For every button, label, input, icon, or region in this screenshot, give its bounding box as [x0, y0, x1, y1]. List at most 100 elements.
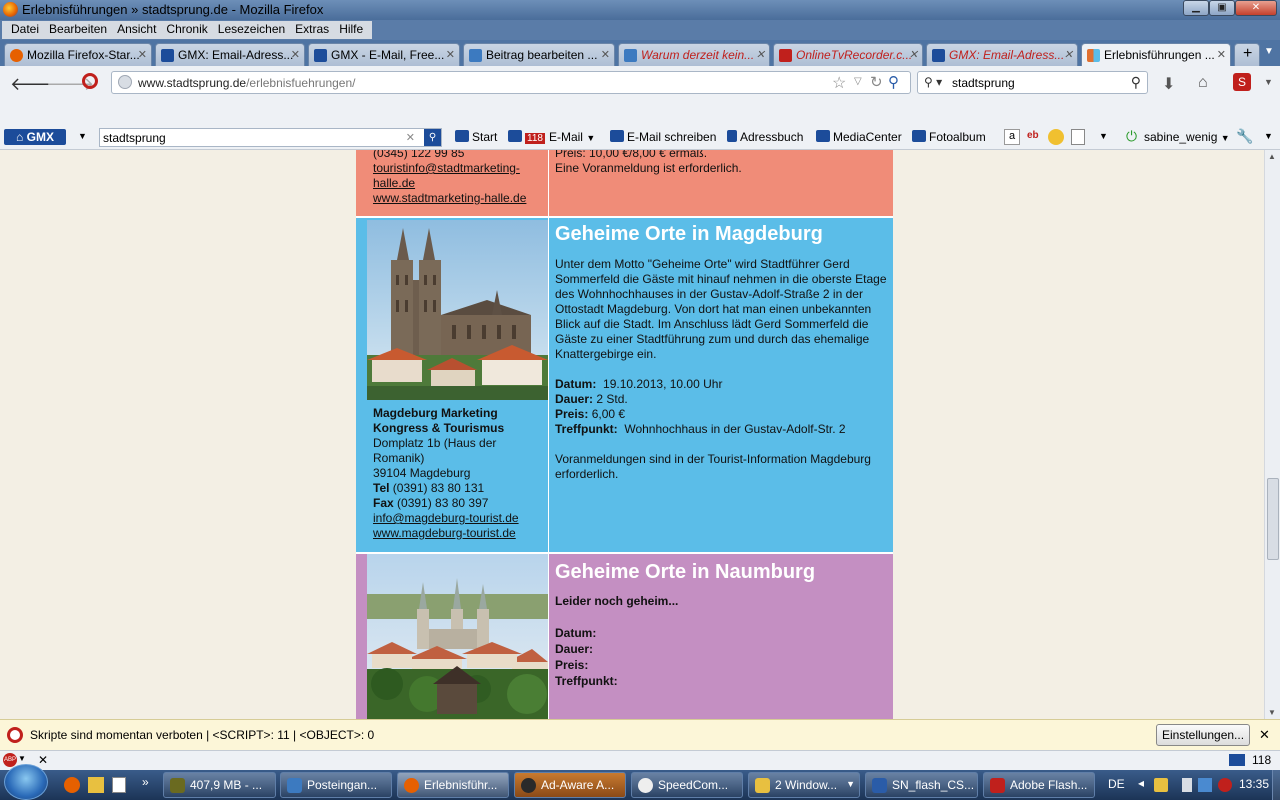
- menu-extras[interactable]: Extras: [290, 21, 334, 39]
- halle-email-line[interactable]: touristinfo@stadtmarketing-: [373, 161, 520, 175]
- network-icon[interactable]: [1198, 778, 1212, 792]
- menu-ansicht[interactable]: Ansicht: [112, 21, 161, 39]
- menu-chevron-icon[interactable]: ▼: [1264, 77, 1273, 87]
- tab-beitrag-bearbeiten[interactable]: Beitrag bearbeiten ... ✕: [463, 43, 615, 66]
- scroll-down-icon[interactable]: ▼: [1268, 708, 1276, 717]
- taskbar-item[interactable]: Erlebnisführ...: [397, 772, 509, 798]
- tab-list-chevron-icon[interactable]: ▼: [1264, 46, 1274, 57]
- tray-device-icon[interactable]: [1182, 778, 1192, 792]
- close-tab-icon[interactable]: ✕: [756, 48, 765, 61]
- start-button[interactable]: [4, 764, 48, 800]
- chevron-down-icon[interactable]: ▼: [586, 133, 595, 143]
- search-input[interactable]: stadtsprung: [952, 76, 1015, 90]
- minimize-button[interactable]: ▁: [1183, 0, 1209, 16]
- downloads-arrow-icon[interactable]: ⬇: [1162, 74, 1175, 94]
- taskbar-item[interactable]: Ad-Aware A...: [514, 772, 626, 798]
- close-tab-icon[interactable]: ✕: [601, 48, 610, 61]
- volume-icon[interactable]: [1218, 778, 1232, 792]
- adblock-plus-icon[interactable]: ABP: [3, 753, 17, 767]
- show-desktop-button[interactable]: [1272, 770, 1280, 800]
- tab-warum-derzeit[interactable]: Warum derzeit kein... ✕: [618, 43, 770, 66]
- site-identity-icon[interactable]: [118, 75, 132, 89]
- url-bar[interactable]: www.stadtsprung.de/erlebnisfuehrungen/ ☆…: [111, 71, 911, 94]
- magdeburg-email-text[interactable]: info@magdeburg-tourist.de: [373, 511, 519, 525]
- new-tab-button[interactable]: +: [1234, 43, 1260, 66]
- clear-icon[interactable]: ✕: [406, 131, 415, 144]
- search-go-icon[interactable]: ⚲: [1131, 74, 1141, 91]
- scrollbar-thumb[interactable]: [1267, 478, 1279, 560]
- quicklaunch-expand-icon[interactable]: »: [142, 775, 149, 789]
- close-tab-icon[interactable]: ✕: [1064, 48, 1073, 61]
- search-bar[interactable]: ⚲ ▾ stadtsprung ⚲: [917, 71, 1148, 94]
- clock[interactable]: 13:35: [1239, 777, 1269, 791]
- gmx-write-email-button[interactable]: E-Mail schreiben: [610, 130, 716, 144]
- gmx-start-button[interactable]: Start: [455, 130, 497, 144]
- menu-chronik[interactable]: Chronik: [161, 21, 212, 39]
- chevron-down-icon[interactable]: ▼: [1264, 131, 1273, 141]
- taskbar-item[interactable]: SpeedCom...: [631, 772, 743, 798]
- chevron-down-icon[interactable]: ▼: [1099, 131, 1108, 141]
- gmx-addressbook-button[interactable]: Adressbuch: [727, 130, 803, 144]
- menu-datei[interactable]: Datei: [6, 21, 44, 39]
- gmx-email-button[interactable]: 118 E-Mail ▼: [508, 130, 595, 144]
- taskbar-item[interactable]: 2 Window... ▼: [748, 772, 860, 798]
- menu-bearbeiten[interactable]: Bearbeiten: [44, 21, 112, 39]
- halle-web-link[interactable]: www.stadtmarketing-halle.de: [373, 191, 526, 206]
- close-tab-icon[interactable]: ✕: [446, 48, 455, 61]
- menu-hilfe[interactable]: Hilfe: [334, 21, 368, 39]
- menu-lesezeichen[interactable]: Lesezeichen: [213, 21, 290, 39]
- taskbar-item[interactable]: SN_flash_CS...: [865, 772, 978, 798]
- magdeburg-email-link[interactable]: info@magdeburg-tourist.de: [373, 511, 519, 526]
- close-tab-icon[interactable]: ✕: [138, 48, 147, 61]
- halle-web-text[interactable]: www.stadtmarketing-halle.de: [373, 191, 526, 205]
- gmx-mediacenter-button[interactable]: MediaCenter: [816, 130, 902, 144]
- news-icon[interactable]: [1071, 129, 1085, 145]
- gmx-search-button[interactable]: ⚲: [424, 129, 441, 146]
- taskbar-item[interactable]: 407,9 MB - ...: [163, 772, 276, 798]
- reload-icon[interactable]: ↻: [870, 73, 883, 91]
- tab-gmx-free[interactable]: GMX - E-Mail, Free... ✕: [308, 43, 460, 66]
- gmx-dropdown-icon[interactable]: ▼: [78, 131, 87, 141]
- tab-onlinetvrecorder[interactable]: OnlineTvRecorder.c... ✕: [773, 43, 923, 66]
- explorer-quicklaunch-icon[interactable]: [88, 777, 104, 793]
- gmx-fotoalbum-button[interactable]: Fotoalbum: [912, 130, 986, 144]
- tab-erlebnisfuehrungen[interactable]: Erlebnisführungen ... ✕: [1081, 43, 1231, 66]
- maximize-button[interactable]: ▣: [1209, 0, 1235, 16]
- gmx-search-input[interactable]: [103, 131, 403, 145]
- close-tab-icon[interactable]: ✕: [909, 48, 918, 61]
- tray-expand-icon[interactable]: ◂: [1138, 776, 1144, 790]
- notification-settings-button[interactable]: Einstellungen...: [1156, 724, 1251, 746]
- gmx-user-menu[interactable]: sabine_wenig ▼: [1144, 130, 1230, 144]
- tab-gmx-email-1[interactable]: GMX: Email-Adress... ✕: [155, 43, 305, 66]
- taskbar-item[interactable]: Adobe Flash...: [983, 772, 1095, 798]
- bookmark-star-icon[interactable]: ☆: [832, 73, 846, 93]
- home-icon[interactable]: ⌂: [1198, 74, 1208, 92]
- close-tab-icon[interactable]: ✕: [291, 48, 300, 61]
- gmx-search-field[interactable]: ✕ ⚲: [99, 128, 442, 147]
- gmx-mail-icon[interactable]: [1229, 754, 1245, 766]
- close-tab-icon[interactable]: ✕: [1217, 48, 1226, 61]
- scroll-up-icon[interactable]: ▲: [1268, 152, 1276, 161]
- taskbar-item[interactable]: Posteingan...: [280, 772, 392, 798]
- close-window-button[interactable]: ✕: [1235, 0, 1277, 16]
- close-notification-icon[interactable]: ✕: [1259, 727, 1270, 743]
- magdeburg-web-link[interactable]: www.magdeburg-tourist.de: [373, 526, 516, 541]
- chevron-down-icon[interactable]: ▼: [18, 754, 26, 763]
- ebay-icon[interactable]: eb: [1027, 130, 1039, 141]
- search-engine-icon[interactable]: ⚲ ▾: [924, 75, 942, 89]
- page-scrollbar[interactable]: ▲ ▼: [1264, 150, 1280, 719]
- language-indicator[interactable]: DE: [1108, 777, 1125, 791]
- stadtsprung-addon-icon[interactable]: S: [1233, 73, 1251, 91]
- firefox-quicklaunch-icon[interactable]: [64, 777, 80, 793]
- history-dropdown-icon[interactable]: ▽: [854, 76, 862, 87]
- wrench-icon[interactable]: 🔧: [1236, 128, 1253, 145]
- gmx-logo[interactable]: ⌂ GMX: [4, 129, 66, 145]
- tab-firefox-start[interactable]: Mozilla Firefox-Star... ✕: [4, 43, 152, 66]
- power-icon[interactable]: ⏻: [1126, 128, 1137, 145]
- noscript-icon[interactable]: [82, 73, 98, 89]
- tab-gmx-email-2[interactable]: GMX: Email-Adress... ✕: [926, 43, 1078, 66]
- close-addonbar-icon[interactable]: ✕: [38, 753, 48, 767]
- amazon-icon[interactable]: a: [1004, 129, 1020, 145]
- magdeburg-web-text[interactable]: www.magdeburg-tourist.de: [373, 526, 516, 540]
- go-search-icon[interactable]: ⚲: [888, 73, 899, 91]
